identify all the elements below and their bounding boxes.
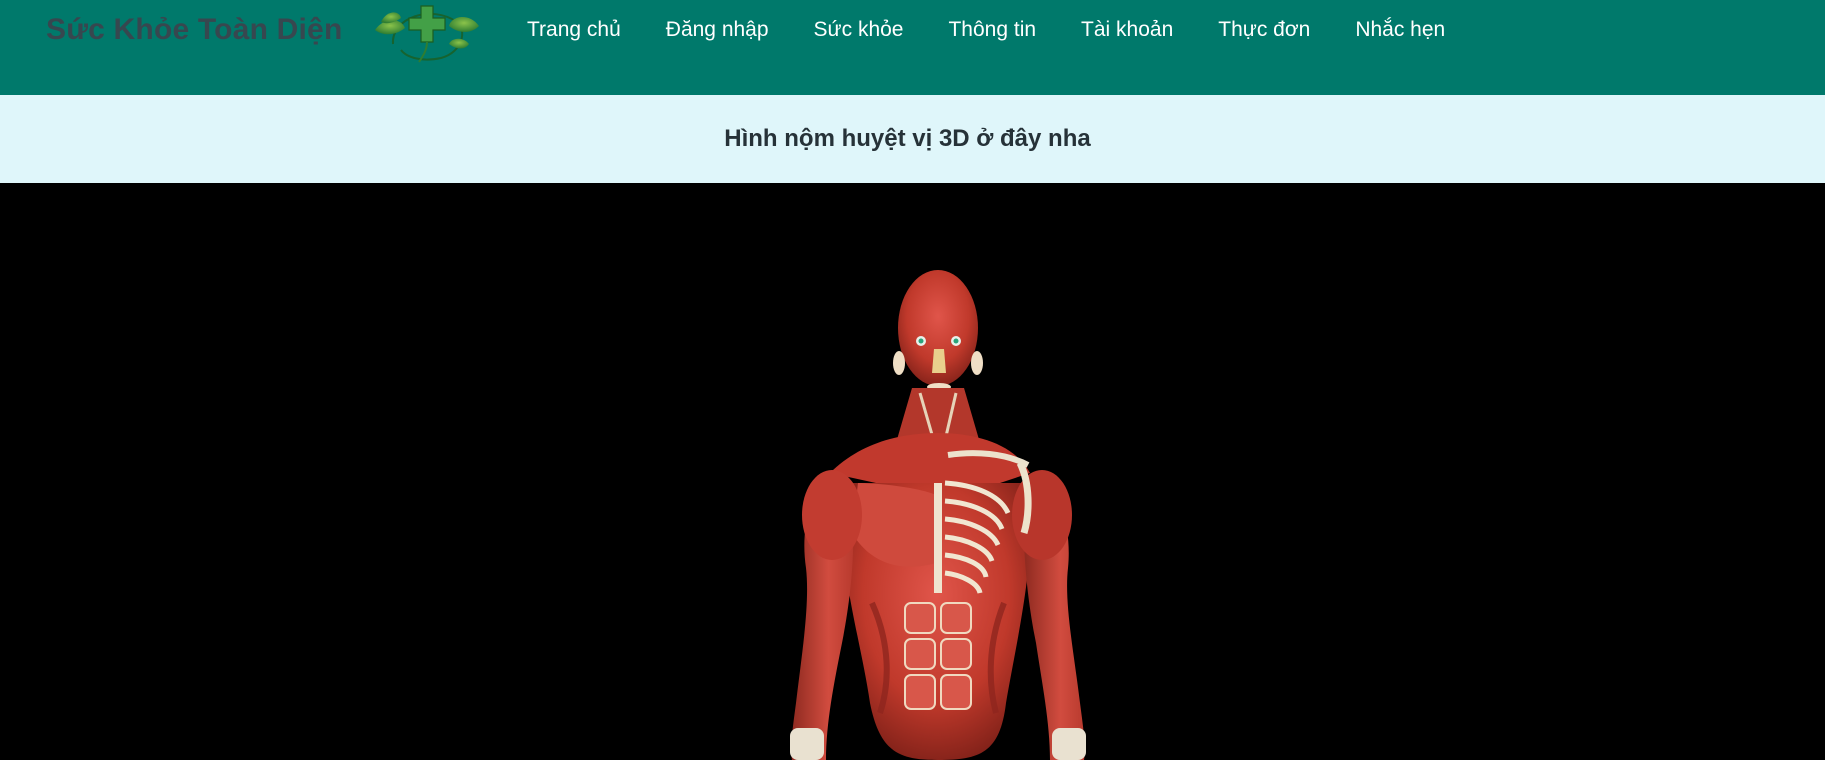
site-header: Sức Khỏe Toàn Diện Trang chủ Đăng nhập S… <box>0 0 1825 95</box>
nav-item-tai-khoan[interactable]: Tài khoản <box>1081 13 1173 47</box>
3d-viewer[interactable] <box>0 183 1825 760</box>
nav-item-trang-chu[interactable]: Trang chủ <box>527 13 621 47</box>
main-nav: Trang chủ Đăng nhập Sức khỏe Thông tin T… <box>527 13 1445 47</box>
page-banner: Hình nộm huyệt vị 3D ở đây nha <box>0 95 1825 183</box>
brand-name[interactable]: Sức Khỏe Toàn Diện <box>46 10 342 50</box>
nav-item-thong-tin[interactable]: Thông tin <box>948 13 1036 47</box>
nav-item-dang-nhap[interactable]: Đăng nhập <box>666 13 769 47</box>
page-title: Hình nộm huyệt vị 3D ở đây nha <box>724 125 1091 152</box>
anatomy-muscle-model-icon[interactable] <box>0 183 1825 760</box>
nav-item-suc-khoe[interactable]: Sức khỏe <box>814 13 904 47</box>
nav-item-nhac-hen[interactable]: Nhắc hẹn <box>1355 13 1445 47</box>
nav-item-thuc-don[interactable]: Thực đơn <box>1218 13 1310 47</box>
medical-cross-leaf-logo-icon[interactable] <box>371 0 483 64</box>
